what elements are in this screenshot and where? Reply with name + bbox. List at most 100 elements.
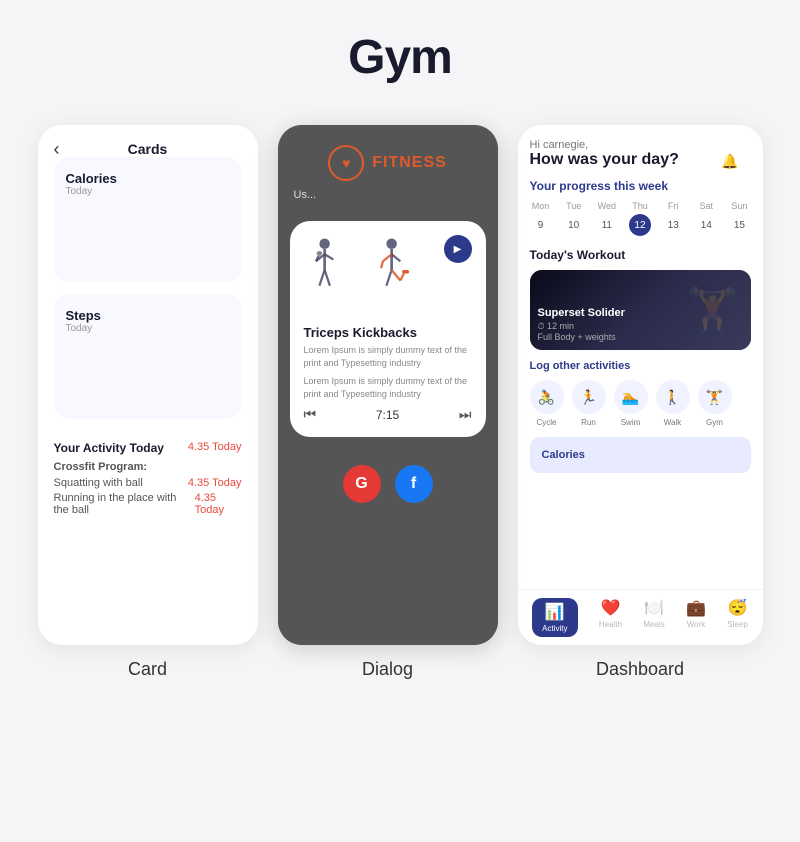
week-days: Mon 9 Tue 10 Wed 11 Thu 12: [530, 201, 751, 236]
activity-run[interactable]: 🏃 Run: [572, 380, 606, 427]
dialog-user-text: Us...: [294, 189, 482, 201]
progress-section-title: Your progress this week: [530, 179, 751, 193]
cycle-icon-circle: 🚴: [530, 380, 564, 414]
day-sat-num[interactable]: 14: [695, 214, 717, 236]
program-label: Crossfit Program:: [54, 461, 242, 473]
exercise-figures-area: [304, 235, 444, 315]
player-time: 7:15: [376, 408, 399, 422]
figure-1-svg: [304, 235, 354, 305]
bar-2: [79, 243, 90, 272]
workout-card-content: Superset Solider ⏱ 12 min Full Body + we…: [538, 307, 625, 342]
bell-icon[interactable]: 🔔: [721, 153, 738, 170]
back-arrow-icon[interactable]: ‹: [54, 139, 60, 160]
steps-bar-chart: [66, 344, 230, 409]
day-thu: Thu 12: [629, 201, 651, 236]
heart-icon: ♥: [342, 155, 350, 171]
day-tue: Tue 10: [563, 201, 585, 236]
bar-8: [163, 207, 174, 272]
dialog-screen-wrapper: ♥ FITNESS Us...: [278, 125, 498, 680]
card-screen: ‹ Cards Calories Today: [38, 125, 258, 645]
day-fri: Fri 13: [662, 201, 684, 236]
dialog-social-buttons: G f: [278, 455, 498, 513]
gym-icon: 🏋️: [706, 389, 723, 406]
day-sat: Sat 14: [695, 201, 717, 236]
dialog-screen-label: Dialog: [362, 659, 413, 680]
dashboard-screen: Hi carnegie, How was your day? 🔔 Your pr…: [518, 125, 763, 645]
calories-bar[interactable]: Calories: [530, 437, 751, 473]
bar-11: [205, 236, 216, 272]
bar-5: [121, 223, 132, 272]
exercise-desc-1: Lorem Ipsum is simply dummy text of the …: [304, 344, 472, 369]
sbar-11: [205, 378, 216, 409]
steps-chart-card: Steps Today: [54, 294, 242, 419]
card-screen-label: Card: [128, 659, 167, 680]
sleep-nav-label: Sleep: [727, 620, 747, 629]
prev-button[interactable]: ⏮: [304, 406, 317, 423]
walk-icon-circle: 🚶: [656, 380, 690, 414]
walk-icon: 🚶: [664, 389, 681, 406]
day-tue-num[interactable]: 10: [563, 214, 585, 236]
facebook-login-button[interactable]: f: [395, 465, 433, 503]
health-nav-label: Health: [599, 620, 622, 629]
greeting-text: Hi carnegie,: [530, 139, 751, 151]
google-login-button[interactable]: G: [343, 465, 381, 503]
next-button[interactable]: ⏭: [459, 406, 472, 423]
nav-work[interactable]: 💼 Work: [686, 598, 706, 637]
play-button[interactable]: ▶: [444, 235, 472, 263]
cycle-label: Cycle: [536, 418, 556, 427]
gym-icon-circle: 🏋️: [698, 380, 732, 414]
activity-gym[interactable]: 🏋️ Gym: [698, 380, 732, 427]
exercise-name: Triceps Kickbacks: [304, 325, 472, 340]
steps-subtitle: Today: [66, 323, 230, 334]
meals-nav-label: Meals: [643, 620, 664, 629]
meals-nav-icon: 🍽️: [644, 598, 664, 618]
bar-1: [66, 253, 77, 273]
day-thu-num[interactable]: 12: [629, 214, 651, 236]
activity-nav-icon: 📊: [545, 602, 565, 622]
day-tue-name: Tue: [566, 201, 581, 211]
day-sun-num[interactable]: 15: [728, 214, 750, 236]
nav-sleep[interactable]: 😴 Sleep: [727, 598, 747, 637]
sbar-8: [163, 354, 174, 409]
exercise-desc-2: Lorem Ipsum is simply dummy text of the …: [304, 375, 472, 400]
day-wed-name: Wed: [598, 201, 616, 211]
activity-cycle[interactable]: 🚴 Cycle: [530, 380, 564, 427]
day-mon-num[interactable]: 9: [530, 214, 552, 236]
work-nav-label: Work: [687, 620, 706, 629]
day-mon: Mon 9: [530, 201, 552, 236]
run-label: Run: [581, 418, 596, 427]
dashboard-content: Hi carnegie, How was your day? 🔔 Your pr…: [518, 125, 763, 589]
day-thu-name: Thu: [632, 201, 648, 211]
sbar-9: [177, 351, 188, 410]
day-mon-name: Mon: [532, 201, 550, 211]
nav-health[interactable]: ❤️ Health: [599, 598, 622, 637]
fitness-logo-circle: ♥: [328, 145, 364, 181]
gym-label: Gym: [706, 418, 723, 427]
workout-card[interactable]: Superset Solider ⏱ 12 min Full Body + we…: [530, 270, 751, 350]
day-sun-name: Sun: [731, 201, 747, 211]
day-fri-num[interactable]: 13: [662, 214, 684, 236]
bar-9: [177, 210, 188, 272]
fitness-logo-text: FITNESS: [372, 154, 447, 172]
activity-item-2-label: Running in the place with the ball: [54, 492, 195, 516]
day-wed-num[interactable]: 11: [596, 214, 618, 236]
modal-card-header: ▶: [304, 235, 472, 315]
activity-header: Your Activity Today 4.35 Today: [54, 441, 242, 455]
activity-section: Your Activity Today 4.35 Today Crossfit …: [54, 431, 242, 516]
dashboard-screen-label: Dashboard: [596, 659, 684, 680]
nav-activity[interactable]: 📊 Activity: [532, 598, 577, 637]
cycle-icon: 🚴: [538, 389, 555, 406]
activities-grid: 🚴 Cycle 🏃 Run 🏊 Swim: [530, 380, 751, 427]
workout-meta: ⏱ 12 min: [538, 321, 625, 332]
activity-swim[interactable]: 🏊 Swim: [614, 380, 648, 427]
nav-meals[interactable]: 🍽️ Meals: [643, 598, 664, 637]
calories-chart-card: Calories Today: [54, 157, 242, 282]
bar-6: [135, 217, 146, 272]
swim-label: Swim: [621, 418, 641, 427]
modal-card: ▶ Triceps Kickbacks Lorem Ipsum is simpl…: [290, 221, 486, 437]
activity-walk[interactable]: 🚶 Walk: [656, 380, 690, 427]
sbar-12: [219, 386, 230, 409]
workout-type: Full Body + weights: [538, 332, 625, 342]
day-sun: Sun 15: [728, 201, 750, 236]
fitness-logo: ♥ FITNESS: [328, 145, 447, 181]
